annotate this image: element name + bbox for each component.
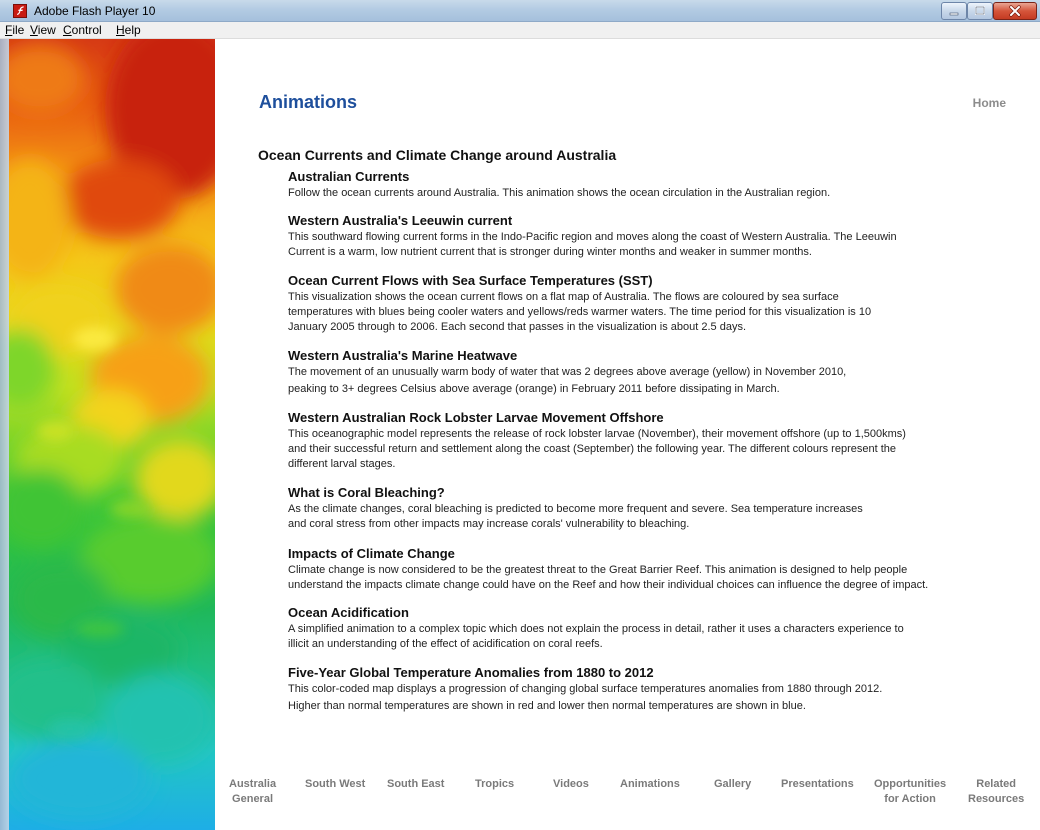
animation-item: What is Coral Bleaching? As the climate … xyxy=(288,485,1008,532)
window-title-bar[interactable]: Adobe Flash Player 10 xyxy=(0,0,1040,22)
animation-description: A simplified animation to a complex topi… xyxy=(288,623,904,650)
menu-view[interactable]: View xyxy=(30,23,56,37)
home-link[interactable]: Home xyxy=(973,96,1006,110)
animation-title[interactable]: Impacts of Climate Change xyxy=(288,546,1008,562)
animation-description: This visualization shows the ocean curre… xyxy=(288,291,872,333)
animation-title[interactable]: Western Australian Rock Lobster Larvae M… xyxy=(288,410,1008,426)
animation-item: Australian Currents Follow the ocean cur… xyxy=(288,169,1008,201)
nav-south-east[interactable]: South East xyxy=(387,777,444,792)
menu-file[interactable]: File xyxy=(5,23,24,37)
animation-title[interactable]: Western Australia's Marine Heatwave xyxy=(288,348,1008,364)
minimize-button[interactable] xyxy=(941,2,967,20)
menu-bar: File View Control Help xyxy=(0,22,1040,39)
window-title: Adobe Flash Player 10 xyxy=(34,4,156,18)
animation-description: Climate change is now considered to be t… xyxy=(288,564,929,591)
animation-item: Impacts of Climate Change Climate change… xyxy=(288,546,1008,593)
animation-description: Follow the ocean currents around Austral… xyxy=(288,187,831,199)
section-heading: Ocean Currents and Climate Change around… xyxy=(258,147,617,163)
animation-item: Five-Year Global Temperature Anomalies f… xyxy=(288,665,1008,714)
nav-related-resources[interactable]: Related Resources xyxy=(968,777,1024,807)
nav-animations[interactable]: Animations xyxy=(620,777,680,792)
nav-presentations[interactable]: Presentations xyxy=(781,777,854,792)
nav-videos[interactable]: Videos xyxy=(553,777,589,792)
nav-gallery[interactable]: Gallery xyxy=(714,777,751,792)
flash-player-icon xyxy=(13,4,27,18)
maximize-icon xyxy=(975,6,985,15)
animation-title[interactable]: Five-Year Global Temperature Anomalies f… xyxy=(288,665,1008,681)
animation-title[interactable]: Ocean Acidification xyxy=(288,605,1008,621)
animation-item: Western Australian Rock Lobster Larvae M… xyxy=(288,410,1008,472)
animation-description: This oceanographic model represents the … xyxy=(288,428,906,470)
close-icon xyxy=(1009,5,1021,17)
animation-item: Ocean Current Flows with Sea Surface Tem… xyxy=(288,273,1008,335)
nav-australia-general[interactable]: Australia General xyxy=(229,777,276,807)
menu-control[interactable]: Control xyxy=(63,23,102,37)
nav-south-west[interactable]: South West xyxy=(305,777,365,792)
animation-title[interactable]: Ocean Current Flows with Sea Surface Tem… xyxy=(288,273,1008,289)
animation-item: Ocean Acidification A simplified animati… xyxy=(288,605,1008,652)
animation-title[interactable]: Western Australia's Leeuwin current xyxy=(288,213,1008,229)
window-frame-left xyxy=(0,39,9,830)
animation-description: This southward flowing current forms in … xyxy=(288,231,897,258)
page-title: Animations xyxy=(259,92,358,112)
animation-description: This color-coded map displays a progress… xyxy=(288,683,883,712)
animation-title[interactable]: Australian Currents xyxy=(288,169,1008,185)
temperature-map-strip xyxy=(0,39,215,830)
minimize-icon xyxy=(949,12,959,16)
animation-item: Western Australia's Marine Heatwave The … xyxy=(288,348,1008,397)
animation-description: The movement of an unusually warm body o… xyxy=(288,366,847,395)
content-panel: Animations Home Ocean Currents and Clima… xyxy=(215,39,1040,830)
close-button[interactable] xyxy=(993,2,1037,20)
nav-opportunities-for-action[interactable]: Opportunities for Action xyxy=(874,777,946,807)
menu-help[interactable]: Help xyxy=(116,23,141,37)
animation-description: As the climate changes, coral bleaching … xyxy=(288,503,863,530)
nav-tropics[interactable]: Tropics xyxy=(475,777,514,792)
maximize-button[interactable] xyxy=(967,2,993,20)
animation-title[interactable]: What is Coral Bleaching? xyxy=(288,485,1008,501)
animation-item: Western Australia's Leeuwin current This… xyxy=(288,213,1008,260)
